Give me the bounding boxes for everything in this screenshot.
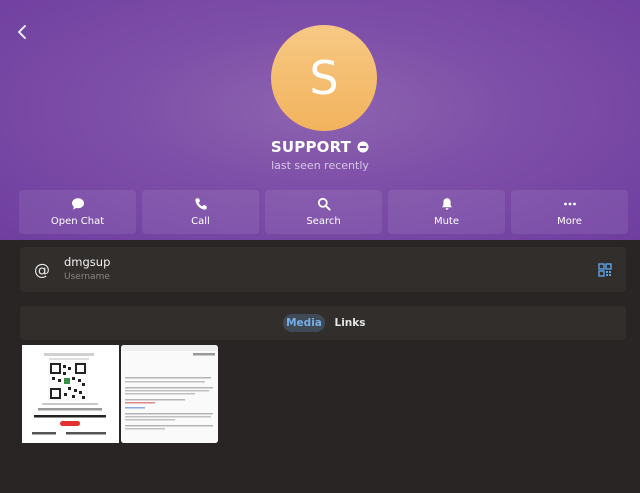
phone-icon: [194, 198, 207, 210]
document-screenshot-image: [121, 345, 218, 443]
profile-header: S SUPPORT last seen recently Open Chat C…: [0, 0, 640, 240]
open-chat-button[interactable]: Open Chat: [19, 190, 136, 234]
qr-code-icon[interactable]: [598, 263, 612, 277]
profile-name-row: SUPPORT: [0, 138, 640, 156]
action-bar: Open Chat Call Search Mute More: [19, 190, 628, 234]
call-label: Call: [191, 216, 210, 227]
username-value: dmgsup: [64, 255, 111, 269]
profile-name: SUPPORT: [270, 138, 352, 156]
last-seen-status: last seen recently: [271, 159, 369, 172]
more-label: More: [557, 216, 582, 227]
username-label: Username: [64, 272, 110, 282]
open-chat-label: Open Chat: [50, 216, 105, 227]
more-icon: [563, 202, 576, 206]
at-icon: @: [34, 259, 50, 279]
search-label: Search: [306, 216, 341, 227]
avatar[interactable]: S: [271, 25, 377, 131]
chevron-left-icon: [18, 25, 26, 39]
chat-icon: [71, 198, 84, 210]
tab-links[interactable]: Links: [333, 314, 367, 332]
search-button[interactable]: Search: [265, 190, 382, 234]
call-button[interactable]: Call: [142, 190, 259, 234]
search-icon: [317, 197, 331, 211]
bell-icon: [441, 198, 452, 210]
back-button[interactable]: [12, 22, 32, 42]
media-thumbnail-qr[interactable]: [22, 345, 119, 443]
more-button[interactable]: More: [511, 190, 628, 234]
mute-button[interactable]: Mute: [388, 190, 505, 234]
qr-poster-image: [22, 345, 119, 443]
username-row[interactable]: @ dmgsup Username: [20, 247, 626, 292]
shared-media-tabs: Media Links: [20, 306, 626, 340]
media-thumbnail-document[interactable]: [121, 345, 218, 443]
mute-label: Mute: [433, 216, 460, 227]
blocked-icon: [357, 141, 369, 153]
tab-media[interactable]: Media: [283, 314, 325, 332]
